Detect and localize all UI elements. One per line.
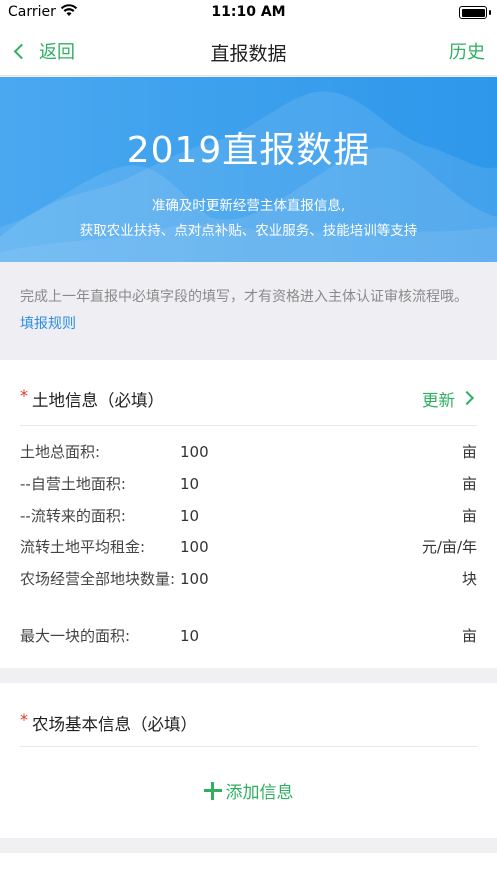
farm-info-title: 农场基本信息（必填） bbox=[32, 715, 197, 734]
required-mark: * bbox=[20, 386, 28, 405]
row-unit: 亩 bbox=[461, 443, 477, 461]
update-button[interactable]: 更新 bbox=[422, 387, 455, 411]
banner: 2019直报数据 准确及时更新经营主体直报信息, 获取农业扶持、点对点补贴、农业… bbox=[0, 77, 497, 262]
banner-subtitle-line1: 准确及时更新经营主体直报信息, bbox=[151, 198, 346, 214]
info-row-largest-plot: 最大一块的面积: 10 亩 bbox=[20, 625, 477, 647]
banner-title: 2019直报数据 bbox=[126, 130, 371, 171]
required-mark: * bbox=[20, 710, 28, 729]
chevron-right-icon[interactable] bbox=[459, 390, 475, 406]
info-row-plot-count: 农场经营全部地块数量: 100 块 bbox=[20, 568, 477, 612]
row-value: 10 bbox=[180, 475, 200, 493]
row-label: 流转土地平均租金: bbox=[20, 538, 146, 556]
row-value: 100 bbox=[180, 443, 209, 461]
navigation-bar: 返回 直报数据 历史 bbox=[0, 26, 497, 76]
land-info-card: * 土地信息（必填） 更新 土地总面积: 100 亩 --自营土地面积: 10 … bbox=[0, 360, 497, 668]
row-unit: 亩 bbox=[461, 627, 477, 645]
filing-rules-link[interactable]: 填报规则 bbox=[20, 316, 76, 332]
row-unit: 亩 bbox=[461, 507, 477, 525]
row-unit: 亩 bbox=[461, 475, 477, 493]
history-button[interactable]: 历史 bbox=[449, 38, 485, 64]
notice-text: 完成上一年直报中必填字段的填写，才有资格进入主体认证审核流程哦。填报规则 bbox=[0, 262, 497, 360]
row-value: 10 bbox=[180, 507, 200, 525]
info-row-self-operated-area: --自营土地面积: 10 亩 bbox=[20, 473, 477, 495]
page-title: 直报数据 bbox=[210, 43, 287, 65]
row-value: 10 bbox=[180, 627, 200, 645]
battery-icon bbox=[459, 6, 491, 19]
row-label: --流转来的面积: bbox=[20, 507, 126, 525]
info-row-total-area: 土地总面积: 100 亩 bbox=[20, 441, 477, 463]
clock: 11:10 AM bbox=[211, 4, 286, 20]
row-unit: 元/亩/年 bbox=[421, 538, 477, 556]
add-info-label: 添加信息 bbox=[225, 783, 294, 803]
row-label: 土地总面积: bbox=[20, 443, 101, 461]
banner-subtitle-line2: 获取农业扶持、点对点补贴、农业服务、技能培训等支持 bbox=[79, 223, 418, 239]
status-bar: Carrier 11:10 AM bbox=[0, 0, 497, 26]
row-value: 100 bbox=[180, 570, 209, 588]
info-row-transferred-area: --流转来的面积: 10 亩 bbox=[20, 505, 477, 527]
row-label: 农场经营全部地块数量: bbox=[20, 570, 176, 588]
land-info-title: 土地信息（必填） bbox=[32, 391, 164, 410]
plus-icon bbox=[203, 781, 222, 800]
notice-message: 完成上一年直报中必填字段的填写，才有资格进入主体认证审核流程哦。 bbox=[20, 289, 468, 305]
row-label: 最大一块的面积: bbox=[20, 627, 131, 645]
row-label: --自营土地面积: bbox=[20, 475, 126, 493]
row-value: 100 bbox=[180, 538, 209, 556]
next-card bbox=[0, 853, 497, 883]
info-row-average-rent: 流转土地平均租金: 100 元/亩/年 bbox=[20, 536, 477, 558]
land-info-header: * 土地信息（必填） 更新 bbox=[20, 360, 477, 426]
row-unit: 块 bbox=[461, 570, 477, 588]
farm-info-header: * 农场基本信息（必填） bbox=[20, 683, 477, 747]
add-info-button[interactable]: 添加信息 bbox=[0, 778, 497, 803]
farm-info-card: * 农场基本信息（必填） 添加信息 bbox=[0, 683, 497, 838]
